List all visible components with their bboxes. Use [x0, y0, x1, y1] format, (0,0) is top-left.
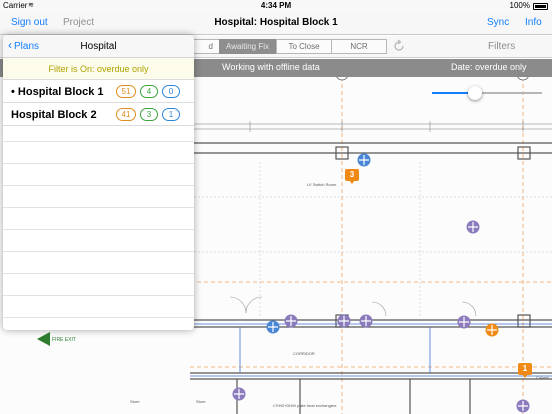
date-filter-label: Date: overdue only [451, 62, 527, 72]
status-segment-to-close[interactable]: To Close [276, 39, 332, 54]
offline-message: Working with offline data [222, 62, 320, 72]
zoom-slider[interactable] [432, 86, 542, 100]
issue-marker-purple[interactable] [457, 315, 471, 329]
refresh-icon[interactable] [392, 39, 406, 53]
room-label-lv-switch: LV Switch Room [307, 182, 337, 187]
sync-button[interactable]: Sync [487, 17, 509, 28]
count-badge-fixed: 4 [140, 85, 158, 98]
count-badge-closed: 1 [162, 108, 180, 121]
filters-button[interactable]: Filters [488, 41, 515, 52]
issue-pin[interactable]: 3 [345, 169, 359, 184]
issue-marker-purple[interactable] [284, 314, 298, 328]
issue-marker-purple[interactable] [337, 314, 351, 328]
room-label-corridor: CORRIDOR [293, 351, 315, 356]
room-label-store-a: Store [196, 399, 206, 404]
issue-marker-purple[interactable] [466, 220, 480, 234]
info-button[interactable]: Info [525, 17, 542, 28]
slider-thumb[interactable] [468, 86, 482, 100]
empty-row [3, 192, 194, 208]
count-badge-open: 41 [116, 108, 136, 121]
empty-row [3, 148, 194, 164]
room-label-plate-heat: LTHW+DHW plate heat exchangers [273, 403, 336, 408]
status-segment-ncr[interactable]: NCR [331, 39, 387, 54]
empty-row [3, 170, 194, 186]
empty-row [3, 236, 194, 252]
issue-marker-purple[interactable] [359, 314, 373, 328]
issue-marker-blue[interactable] [266, 320, 280, 334]
empty-row [3, 258, 194, 274]
fire-exit-icon [37, 332, 50, 346]
issue-marker-orange[interactable] [485, 323, 499, 337]
slider-track [475, 92, 542, 94]
empty-row [3, 302, 194, 318]
plan-name: Hospital Block 2 [11, 109, 97, 121]
room-label-store-b: Store [130, 399, 140, 404]
popover-title: Hospital [80, 41, 117, 52]
filter-status-message: Filter is On: overdue only [3, 58, 194, 80]
popover-header: ‹ Plans Hospital [3, 35, 194, 58]
issue-marker-purple[interactable] [516, 399, 530, 413]
clock: 4:34 PM [260, 1, 292, 10]
plan-name-text: Hospital Block 2 [11, 109, 97, 121]
fire-exit-label: FIRE EXIT [52, 337, 76, 343]
selected-bullet: • [11, 86, 15, 98]
status-bar: Carrier ≋ 4:34 PM 100% [0, 0, 552, 12]
empty-row [3, 280, 194, 296]
count-badge-fixed: 3 [140, 108, 158, 121]
plan-row[interactable]: Hospital Block 2 41 3 1 [3, 103, 194, 126]
count-badge-closed: 0 [162, 85, 180, 98]
count-badge-open: 51 [116, 85, 136, 98]
room-label-culvert: Culvert [536, 375, 550, 380]
empty-row [3, 126, 194, 142]
nav-bar: Sign out Project Hospital: Hospital Bloc… [0, 12, 552, 35]
empty-row [3, 214, 194, 230]
plan-name: • Hospital Block 1 [11, 86, 104, 98]
status-segment-awaiting-fix[interactable]: Awaiting Fix [219, 39, 276, 54]
app-root: Carrier ≋ 4:34 PM 100% Sign out Project … [0, 0, 552, 414]
plan-name-text: Hospital Block 1 [17, 86, 104, 98]
battery-percent: 100% [509, 1, 530, 10]
issue-pin[interactable]: 1 [518, 363, 532, 378]
issue-marker-purple[interactable] [232, 387, 246, 401]
plan-row[interactable]: • Hospital Block 1 51 4 0 [3, 80, 194, 103]
issue-marker-blue[interactable] [357, 153, 371, 167]
plans-popover: ‹ Plans Hospital Filter is On: overdue on… [3, 35, 194, 330]
battery-icon [533, 3, 548, 10]
page-title: Hospital: Hospital Block 1 [214, 17, 338, 28]
